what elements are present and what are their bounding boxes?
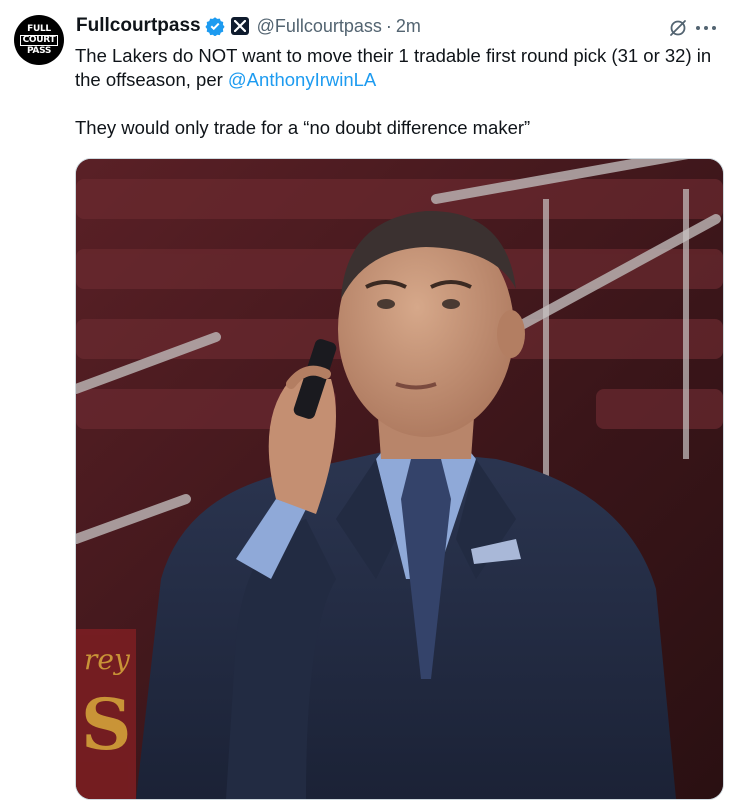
handle[interactable]: @Fullcourtpass xyxy=(257,16,382,37)
post-header: Fullcourtpass @Fullcourtpass · 2m xyxy=(76,14,421,38)
post-text-paragraph-1: The Lakers do NOT want to move their 1 t… xyxy=(75,44,720,92)
mention-link[interactable]: @AnthonyIrwinLA xyxy=(228,69,376,90)
photo-illustration: rey S xyxy=(76,159,723,799)
avatar-text-2: COURT xyxy=(19,34,59,46)
avatar-text-3: PASS xyxy=(26,45,52,56)
avatar[interactable]: FULL COURT PASS xyxy=(14,15,64,65)
post-top-actions xyxy=(664,14,720,42)
post-media-image[interactable]: rey S xyxy=(75,158,724,800)
post-text: The Lakers do NOT want to move their 1 t… xyxy=(75,44,720,140)
verified-badge-icon[interactable] xyxy=(204,16,225,36)
post-text-line-2: They would only trade for a “no doubt di… xyxy=(75,117,531,138)
separator-dot: · xyxy=(385,15,392,36)
post-text-line-1: The Lakers do NOT want to move their 1 t… xyxy=(75,45,712,90)
svg-text:S: S xyxy=(81,683,132,766)
grok-icon[interactable] xyxy=(664,14,692,42)
svg-text:rey: rey xyxy=(84,643,131,676)
x-affiliate-badge-icon[interactable] xyxy=(230,17,249,35)
display-name[interactable]: Fullcourtpass xyxy=(76,15,201,37)
timestamp[interactable]: 2m xyxy=(396,16,421,37)
avatar-text-1: FULL xyxy=(27,23,51,34)
more-options-icon[interactable] xyxy=(692,14,720,42)
